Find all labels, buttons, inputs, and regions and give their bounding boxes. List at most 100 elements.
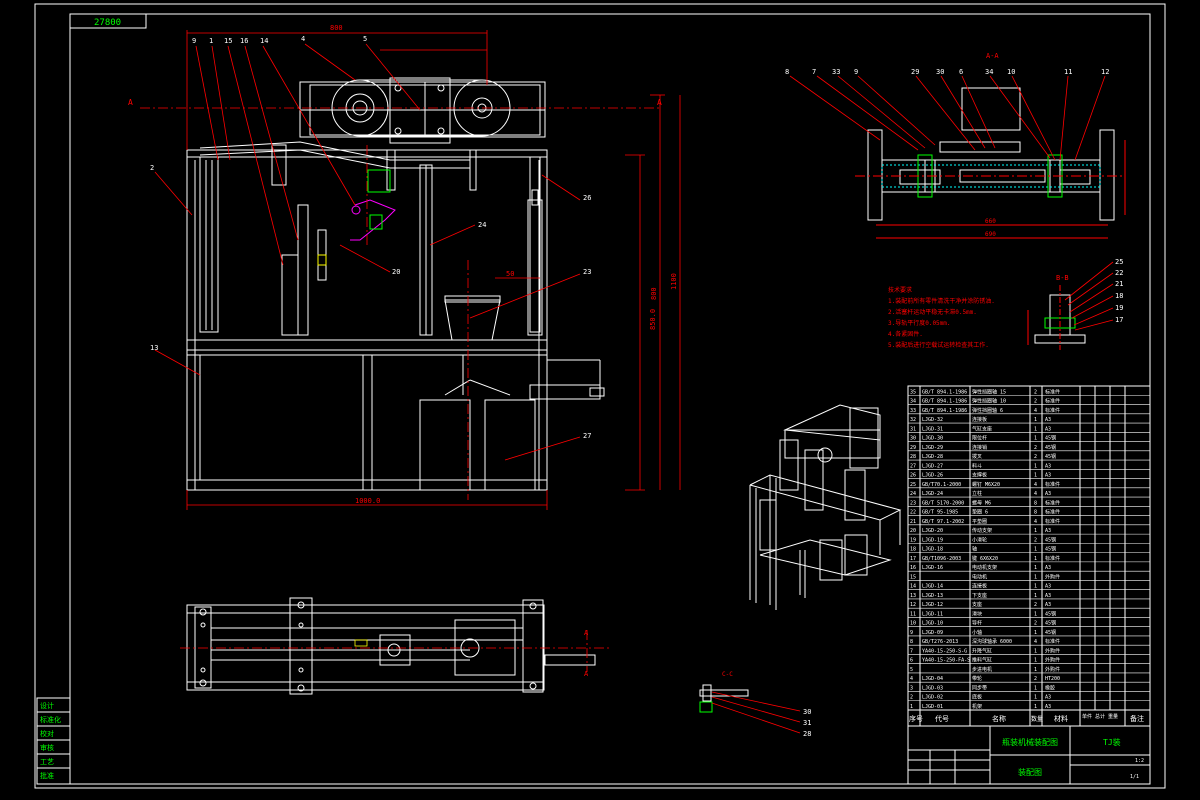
strip-label-3: 校对 [40, 729, 54, 738]
bom-cell-code: LJGD-03 [922, 685, 943, 691]
strip-label-4: 审核 [40, 743, 54, 752]
tech-req-4: 4.各紧固件. [888, 330, 923, 338]
bom-header-seq: 序号 [909, 714, 923, 723]
bom-cell-name: 螺母 M6 [972, 499, 991, 506]
bom-cell-qty: 2 [1034, 537, 1037, 543]
pn-bb-6: 17 [1115, 316, 1123, 324]
bom-cell-qty: 1 [1034, 547, 1037, 553]
bom-cell-code: LJGD-26 [922, 473, 943, 479]
bom-cell-name: 下支座 [972, 592, 987, 599]
bom-cell-note: A3 [1045, 695, 1051, 701]
bom-cell-note: 45钢 [1045, 610, 1056, 617]
bom-header-material: 材料 [1054, 714, 1068, 723]
tech-req-1: 1.装配前所有零件清洗干净并涂防锈油. [888, 297, 995, 305]
bom-cell-name: 弹性挡圈轴 10 [972, 398, 1006, 405]
bom-cell-qty: 2 [1034, 454, 1037, 460]
bom-header-qty: 数量 [1031, 715, 1043, 723]
bom-cell-qty: 2 [1034, 389, 1037, 395]
pn-main-8: 2 [150, 164, 154, 172]
bom-cell-qty: 1 [1034, 611, 1037, 617]
bom-cell-name: 支撑板 [972, 472, 987, 479]
bom-cell-no: 1 [910, 704, 913, 710]
bom-cell-note: A3 [1045, 584, 1051, 590]
bom-cell-note: 45钢 [1045, 629, 1056, 636]
bom-cell-note: 45钢 [1045, 536, 1056, 543]
bom-cell-qty: 8 [1034, 510, 1037, 516]
pn-side-3: 33 [832, 68, 840, 76]
bom-cell-note: A3 [1045, 602, 1051, 608]
bom-cell-qty: 8 [1034, 500, 1037, 506]
bom-cell-note: 45钢 [1045, 546, 1056, 553]
strip-label-1: 设计 [40, 701, 54, 710]
bom-cell-code: YA40-15-250-FA-S [922, 658, 970, 664]
bom-cell-name: 导杆 [972, 620, 982, 627]
section-aa-label: A-A [986, 52, 999, 60]
bom-cell-qty: 4 [1034, 482, 1037, 488]
bom-cell-name: 推料气缸 [972, 657, 992, 664]
strip-label-2: 标准化 [40, 715, 61, 724]
bom-cell-code: GB/T 95-1985 [922, 510, 958, 516]
bom-header-name: 名称 [992, 714, 1006, 723]
bom-cell-qty: 1 [1034, 584, 1037, 590]
bom-cell-code: LJGD-04 [922, 676, 943, 682]
bom-cell-no: 19 [910, 537, 916, 543]
bom-cell-code: GB/T 894.1-1986 [922, 408, 967, 414]
bom-cell-note: A3 [1045, 463, 1051, 469]
bom-cell-name: 电动机支架 [972, 564, 997, 571]
bom-cell-qty: 1 [1034, 667, 1037, 673]
bom-cell-name: 弹性挡圈轴 6 [972, 407, 1003, 414]
bom-cell-name: 键 6X6X20 [972, 555, 998, 562]
tech-req-3: 3.导轨平行度0.05mm. [888, 319, 951, 327]
bom-cell-no: 35 [910, 389, 916, 395]
bom-cell-name: 滑块 [972, 610, 982, 617]
section-bb-label: B-B [1056, 274, 1069, 282]
bom-cell-code: LJGD-02 [922, 695, 943, 701]
bom-cell-qty: 1 [1034, 574, 1037, 580]
bom-cell-no: 2 [910, 695, 913, 701]
bom-cell-qty: 2 [1034, 621, 1037, 627]
bom-cell-name: 底板 [972, 694, 982, 701]
bom-cell-code: LJGD-29 [922, 445, 943, 451]
bom-cell-code: GB/T 97.1-2002 [922, 519, 964, 525]
bom-cell-qty: 1 [1034, 556, 1037, 562]
bom-cell-qty: 2 [1034, 602, 1037, 608]
pn-main-2: 1 [209, 37, 213, 45]
bom-cell-no: 6 [910, 658, 913, 664]
bom-cell-no: 20 [910, 528, 916, 534]
pn-main-5: 14 [260, 37, 268, 45]
bom-cell-name: 深沟球轴承 6000 [972, 638, 1012, 645]
bom-cell-name: 气缸支座 [972, 425, 992, 432]
bom-cell-no: 3 [910, 685, 913, 691]
dim-top-width: 800 [330, 24, 343, 32]
bom-cell-qty: 4 [1034, 639, 1037, 645]
bom-cell-no: 11 [910, 611, 916, 617]
tech-req-2: 2.活塞杆运动平稳无卡滞0.5mm. [888, 308, 977, 316]
bom-cell-code: LJGD-24 [922, 491, 943, 497]
bom-cell-code: LJGD-32 [922, 417, 943, 423]
bom-cell-note: A3 [1045, 473, 1051, 479]
bom-cell-qty: 1 [1034, 417, 1037, 423]
bom-cell-code: LJGD-16 [922, 565, 943, 571]
bom-cell-note: 外购件 [1045, 657, 1060, 664]
bom-cell-code: LJGD-18 [922, 547, 943, 553]
pn-side-4: 9 [854, 68, 858, 76]
bom-cell-qty: 2 [1034, 399, 1037, 405]
pn-main-11: 24 [478, 221, 486, 229]
pn-side-5: 29 [911, 68, 919, 76]
pn-side-1: 8 [785, 68, 789, 76]
dim-side-width: 660 [985, 218, 996, 225]
bom-cell-code: YA40-15-250-S-G [922, 648, 967, 654]
bom-cell-code: GB/T276-2013 [922, 639, 958, 645]
bom-cell-qty: 1 [1034, 630, 1037, 636]
bom-cell-no: 24 [910, 491, 916, 497]
machine-name: 瓶装机械装配图 [1002, 737, 1058, 747]
strip-label-5: 工艺 [40, 758, 54, 766]
pn-main-12: 20 [392, 268, 400, 276]
bom-cell-qty: 2 [1034, 676, 1037, 682]
bom-cell-note: A3 [1045, 704, 1051, 710]
pn-side-9: 10 [1007, 68, 1015, 76]
bom-cell-no: 5 [910, 667, 913, 673]
pn-bb-2: 22 [1115, 269, 1123, 277]
bom-cell-name: 拨叉 [972, 453, 982, 460]
bom-cell-qty: 4 [1034, 408, 1037, 414]
